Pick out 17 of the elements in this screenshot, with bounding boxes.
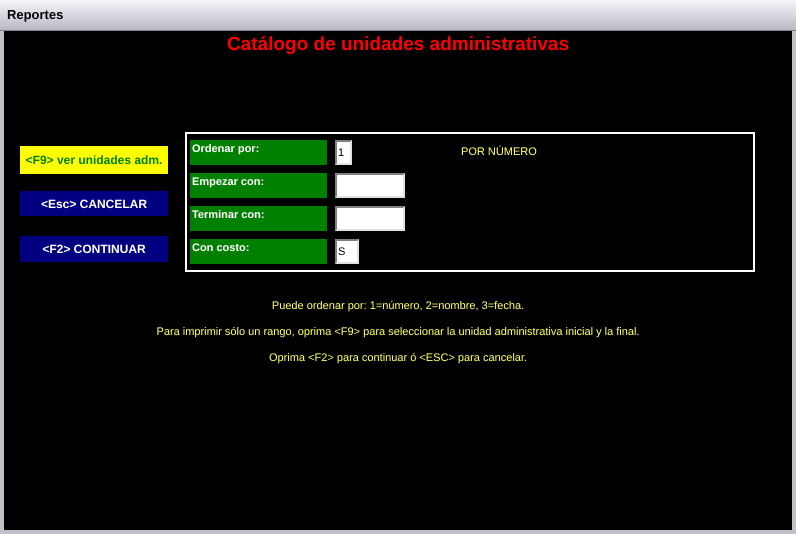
sort-mode-text: POR NÚMERO (461, 144, 537, 160)
key-button[interactable]: <Esc> CANCELAR (20, 191, 168, 216)
help-text: Puede ordenar por: 1=número, 2=nombre, 3=fecha. (272, 299, 524, 313)
key-button[interactable]: <F9> ver unidades adm. (20, 146, 168, 174)
field-label: Terminar con: (190, 206, 327, 231)
input-field[interactable] (335, 206, 405, 231)
page-heading: Catálogo de unidades administrativas (226, 33, 570, 57)
field-label: Con costo: (190, 239, 327, 264)
field-label: Empezar con: (190, 173, 327, 198)
help-text: Para imprimir sólo un rango, oprima <F9> para seleccionar la unidad administrativa inicial y la final. (156, 325, 640, 339)
input-field[interactable]: S (335, 239, 359, 264)
help-text: Oprima <F2> para continuar ó <ESC> para cancelar. (268, 351, 528, 365)
window-title: Reportes (7, 6, 64, 24)
input-field[interactable] (335, 173, 405, 198)
field-label: Ordenar por: (190, 140, 327, 165)
key-button[interactable]: <F2> CONTINUAR (20, 236, 168, 262)
input-field[interactable]: 1 (335, 140, 352, 165)
